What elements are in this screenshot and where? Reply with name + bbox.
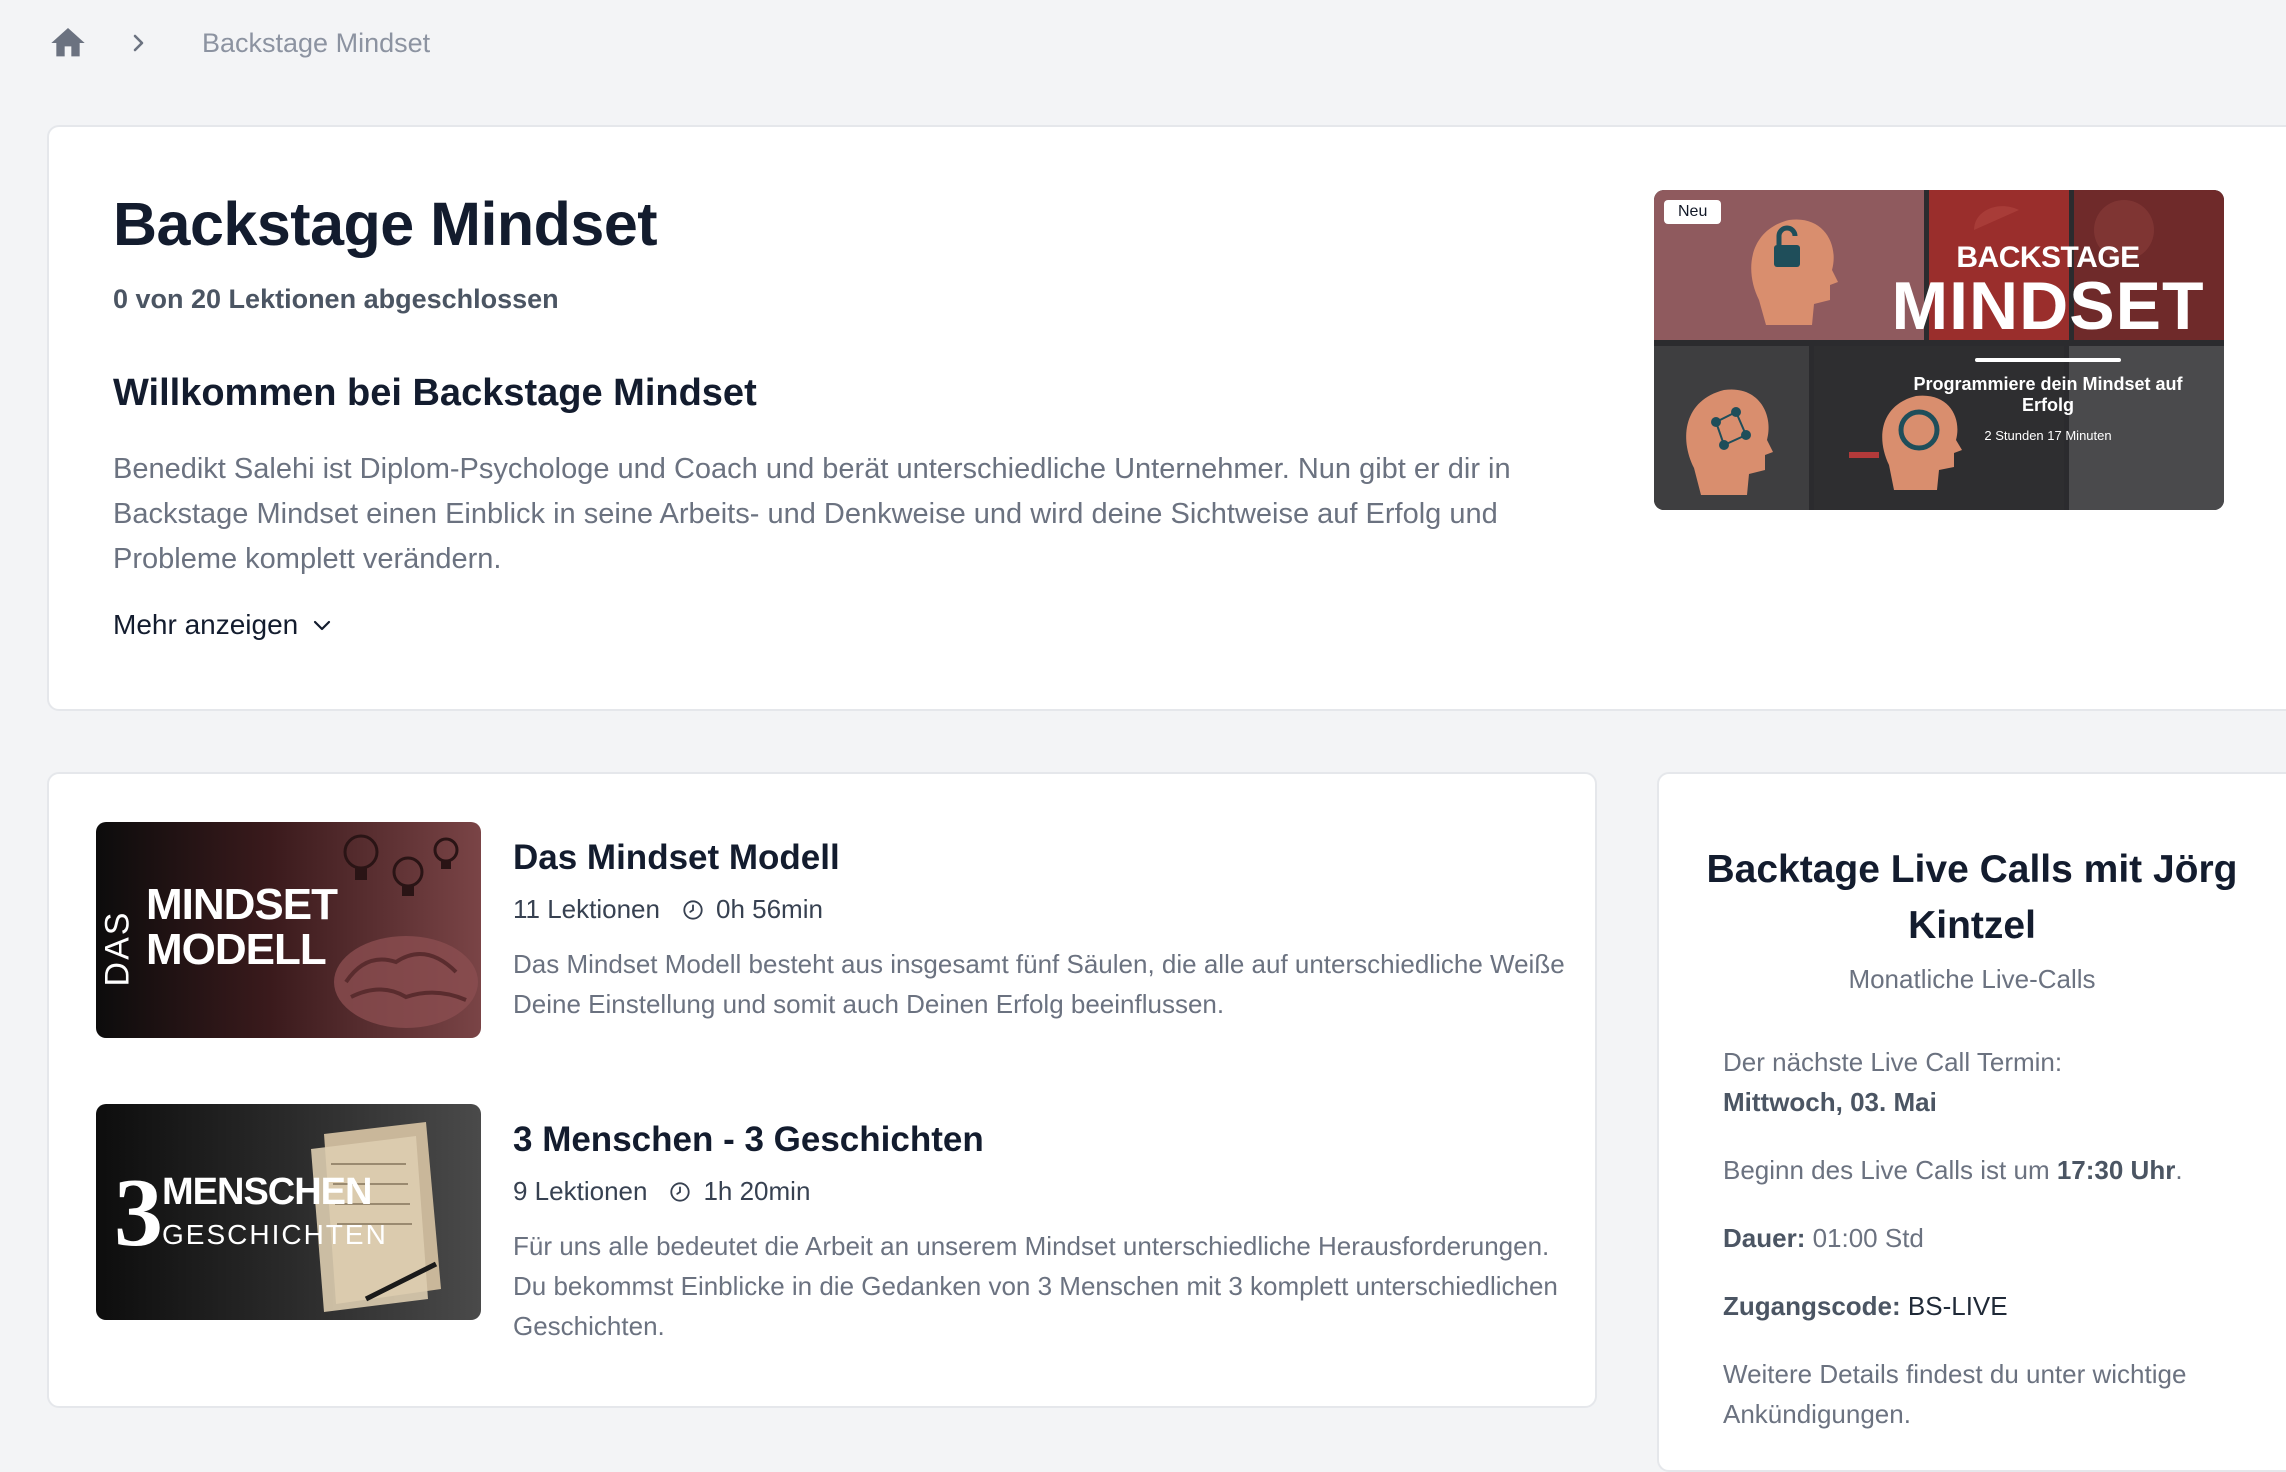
- duration-value: 01:00 Std: [1805, 1223, 1924, 1253]
- lesson-count: 11 Lektionen: [513, 894, 660, 924]
- next-call-date: Mittwoch, 03. Mai: [1723, 1087, 1937, 1117]
- thumb-word: MODELL: [146, 925, 327, 974]
- module-thumbnail-text: DAS MINDSET MODELL: [98, 880, 338, 986]
- clock-icon: [683, 899, 703, 920]
- cover-duration: 2 Stunden 17 Minuten: [1984, 428, 2112, 443]
- page-title: Backstage Mindset: [113, 190, 658, 258]
- live-calls-subtitle: Monatliche Live-Calls: [1848, 964, 2096, 994]
- course-progress: 0 von 20 Lektionen abgeschlossen: [113, 284, 559, 314]
- home-icon[interactable]: [48, 23, 88, 63]
- start-time-prefix: Beginn des Live Calls ist um: [1723, 1155, 2057, 1185]
- course-header-card: Backstage Mindset 0 von 20 Lektionen abg…: [47, 125, 2286, 711]
- next-call-info: Der nächste Live Call Termin: Mittwoch, …: [1723, 1042, 2283, 1122]
- module-description: Das Mindset Modell besteht aus insgesamt…: [513, 949, 1565, 1019]
- live-calls-card: Backtage Live Calls mit Jörg Kintzel Mon…: [1657, 772, 2286, 1472]
- access-code-value: BS-LIVE: [1900, 1291, 2008, 1321]
- module-duration: 0h 56min: [715, 894, 823, 924]
- thumb-number: 3: [114, 1159, 163, 1267]
- thumb-word: GESCHICHTEN: [162, 1219, 388, 1250]
- new-badge: Neu: [1664, 200, 1722, 224]
- duration-label: Dauer:: [1723, 1223, 1806, 1253]
- start-time-info: Beginn des Live Calls ist um 17:30 Uhr.: [1723, 1150, 2283, 1190]
- cover-title-block: BACKSTAGE MINDSET Programmiere dein Mind…: [1888, 242, 2208, 444]
- access-code-label: Zugangscode:: [1723, 1291, 1901, 1321]
- chevron-right-icon: [133, 34, 144, 52]
- thumb-word: MINDSET: [146, 880, 338, 929]
- module-item[interactable]: DAS MINDSET MODELL Das Mindset Modell 11…: [96, 822, 1576, 1038]
- cover-divider: [1975, 358, 2121, 362]
- module-meta: 9 Lektionen 1h 20min: [513, 1176, 810, 1207]
- module-item[interactable]: 3 MENSCHEN GESCHICHTEN 3 Menschen - 3 Ge…: [96, 1104, 1576, 1341]
- show-more-label: Mehr anzeigen: [113, 609, 299, 640]
- module-title[interactable]: Das Mindset Modell: [513, 838, 840, 878]
- lesson-count: 9 Lektionen: [513, 1176, 648, 1206]
- clock-icon: [670, 1181, 691, 1202]
- module-thumbnail-text: 3 MENSCHEN GESCHICHTEN: [114, 1164, 388, 1262]
- chevron-down-icon: [314, 620, 331, 631]
- live-calls-title: Backtage Live Calls mit Jörg Kintzel: [1706, 848, 2238, 947]
- breadcrumb-current: Backstage Mindset: [202, 27, 431, 58]
- access-code-info: Zugangscode: BS-LIVE: [1723, 1286, 2283, 1326]
- module-thumbnail[interactable]: 3 MENSCHEN GESCHICHTEN: [96, 1104, 481, 1320]
- cover-subtitle: Programmiere dein Mindset auf Erfolg: [1913, 374, 2183, 415]
- module-description: Für uns alle bedeutet die Arbeit an unse…: [513, 1231, 1558, 1341]
- start-time-suffix: .: [2175, 1155, 2183, 1185]
- course-cover-image: Neu BACKSTAGE MINDSET Programmiere dein …: [1654, 190, 2224, 510]
- breadcrumb: Backstage Mindset: [48, 18, 430, 68]
- next-call-label: Der nächste Live Call Termin:: [1723, 1047, 2063, 1077]
- details-info: Weitere Details findest du unter wichtig…: [1723, 1359, 2187, 1429]
- show-more-button[interactable]: Mehr anzeigen: [113, 609, 334, 641]
- thumb-word: MENSCHEN: [162, 1171, 372, 1213]
- course-description: Benedikt Salehi ist Diplom-Psychologe un…: [113, 453, 1511, 575]
- live-calls-details: Der nächste Live Call Termin: Mittwoch, …: [1723, 1042, 2283, 1434]
- module-title[interactable]: 3 Menschen - 3 Geschichten: [513, 1120, 984, 1160]
- welcome-heading: Willkommen bei Backstage Mindset: [113, 372, 757, 414]
- module-thumbnail[interactable]: DAS MINDSET MODELL: [96, 822, 481, 1038]
- start-time-value: 17:30 Uhr: [2056, 1155, 2176, 1185]
- module-list-card: DAS MINDSET MODELL Das Mindset Modell 11…: [47, 772, 1597, 1408]
- thumb-word: DAS: [98, 910, 137, 987]
- duration-info: Dauer: 01:00 Std: [1723, 1218, 2283, 1258]
- module-duration: 1h 20min: [703, 1176, 811, 1206]
- module-meta: 11 Lektionen 0h 56min: [513, 894, 823, 925]
- cover-title-line-2: MINDSET: [1891, 268, 2205, 344]
